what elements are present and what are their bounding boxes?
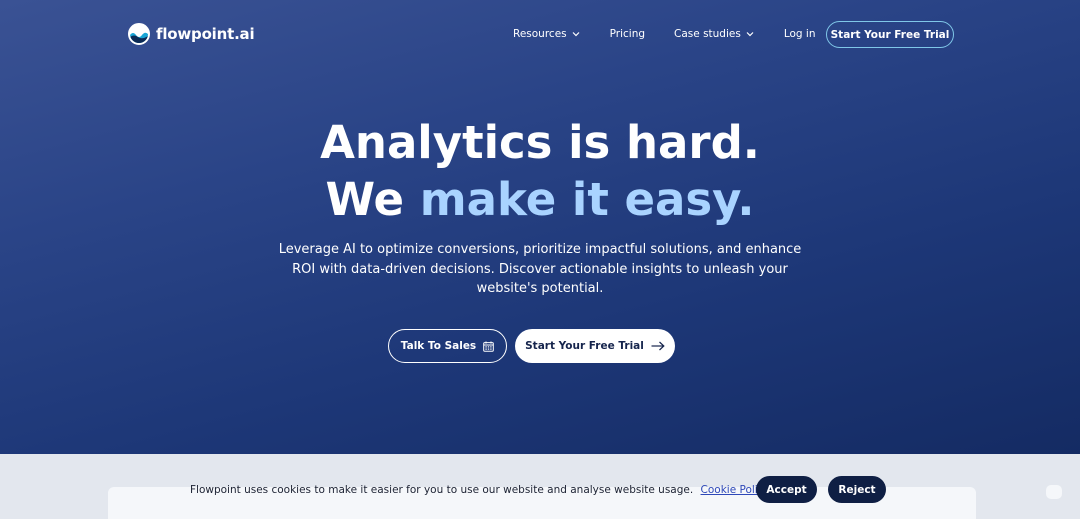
brand-logo[interactable]: flowpoint.ai [128, 22, 255, 46]
nav-item-label: Log in [783, 28, 816, 40]
nav-item-pricing[interactable]: Pricing [610, 28, 645, 40]
nav-item-case-studies[interactable]: Case studies [674, 28, 754, 40]
hero-title-line1: Analytics is hard. [320, 116, 760, 169]
hero-title-line2: We make it easy. [0, 172, 1080, 228]
arrow-right-icon [651, 341, 665, 351]
accept-cookies-button[interactable]: Accept [756, 476, 817, 503]
nav-item-label: Case studies [674, 28, 741, 40]
wave-circle-icon [128, 23, 150, 45]
reject-cookies-button[interactable]: Reject [828, 476, 886, 503]
calendar-icon [483, 341, 494, 352]
top-nav: flowpoint.ai Resources Pricing Case stud… [0, 0, 1080, 68]
cookie-message-text: Flowpoint uses cookies to make it easier… [190, 484, 694, 496]
cookie-message: Flowpoint uses cookies to make it easier… [190, 484, 770, 496]
cookie-consent-bar: Flowpoint uses cookies to make it easier… [0, 454, 1080, 519]
nav-item-label: Resources [513, 28, 567, 40]
hero-title-we: We [325, 173, 405, 226]
chat-widget-icon[interactable] [1046, 485, 1062, 499]
start-free-trial-nav-button[interactable]: Start Your Free Trial [826, 21, 954, 48]
hero-description: Leverage AI to optimize conversions, pri… [278, 242, 802, 296]
hero-title-highlight: make it easy. [419, 173, 755, 226]
chevron-down-icon [746, 32, 754, 37]
nav-links: Resources Pricing Case studies Log in [513, 22, 816, 46]
talk-to-sales-label: Talk To Sales [400, 340, 477, 352]
brand-name: flowpoint.ai [156, 25, 255, 43]
talk-to-sales-button[interactable]: Talk To Sales [388, 329, 507, 363]
start-free-trial-label: Start Your Free Trial [525, 340, 644, 352]
nav-item-label: Pricing [609, 28, 646, 40]
start-free-trial-hero-button[interactable]: Start Your Free Trial [515, 329, 675, 363]
chevron-down-icon [572, 32, 580, 37]
nav-item-resources[interactable]: Resources [513, 28, 580, 40]
nav-item-login[interactable]: Log in [784, 28, 816, 40]
